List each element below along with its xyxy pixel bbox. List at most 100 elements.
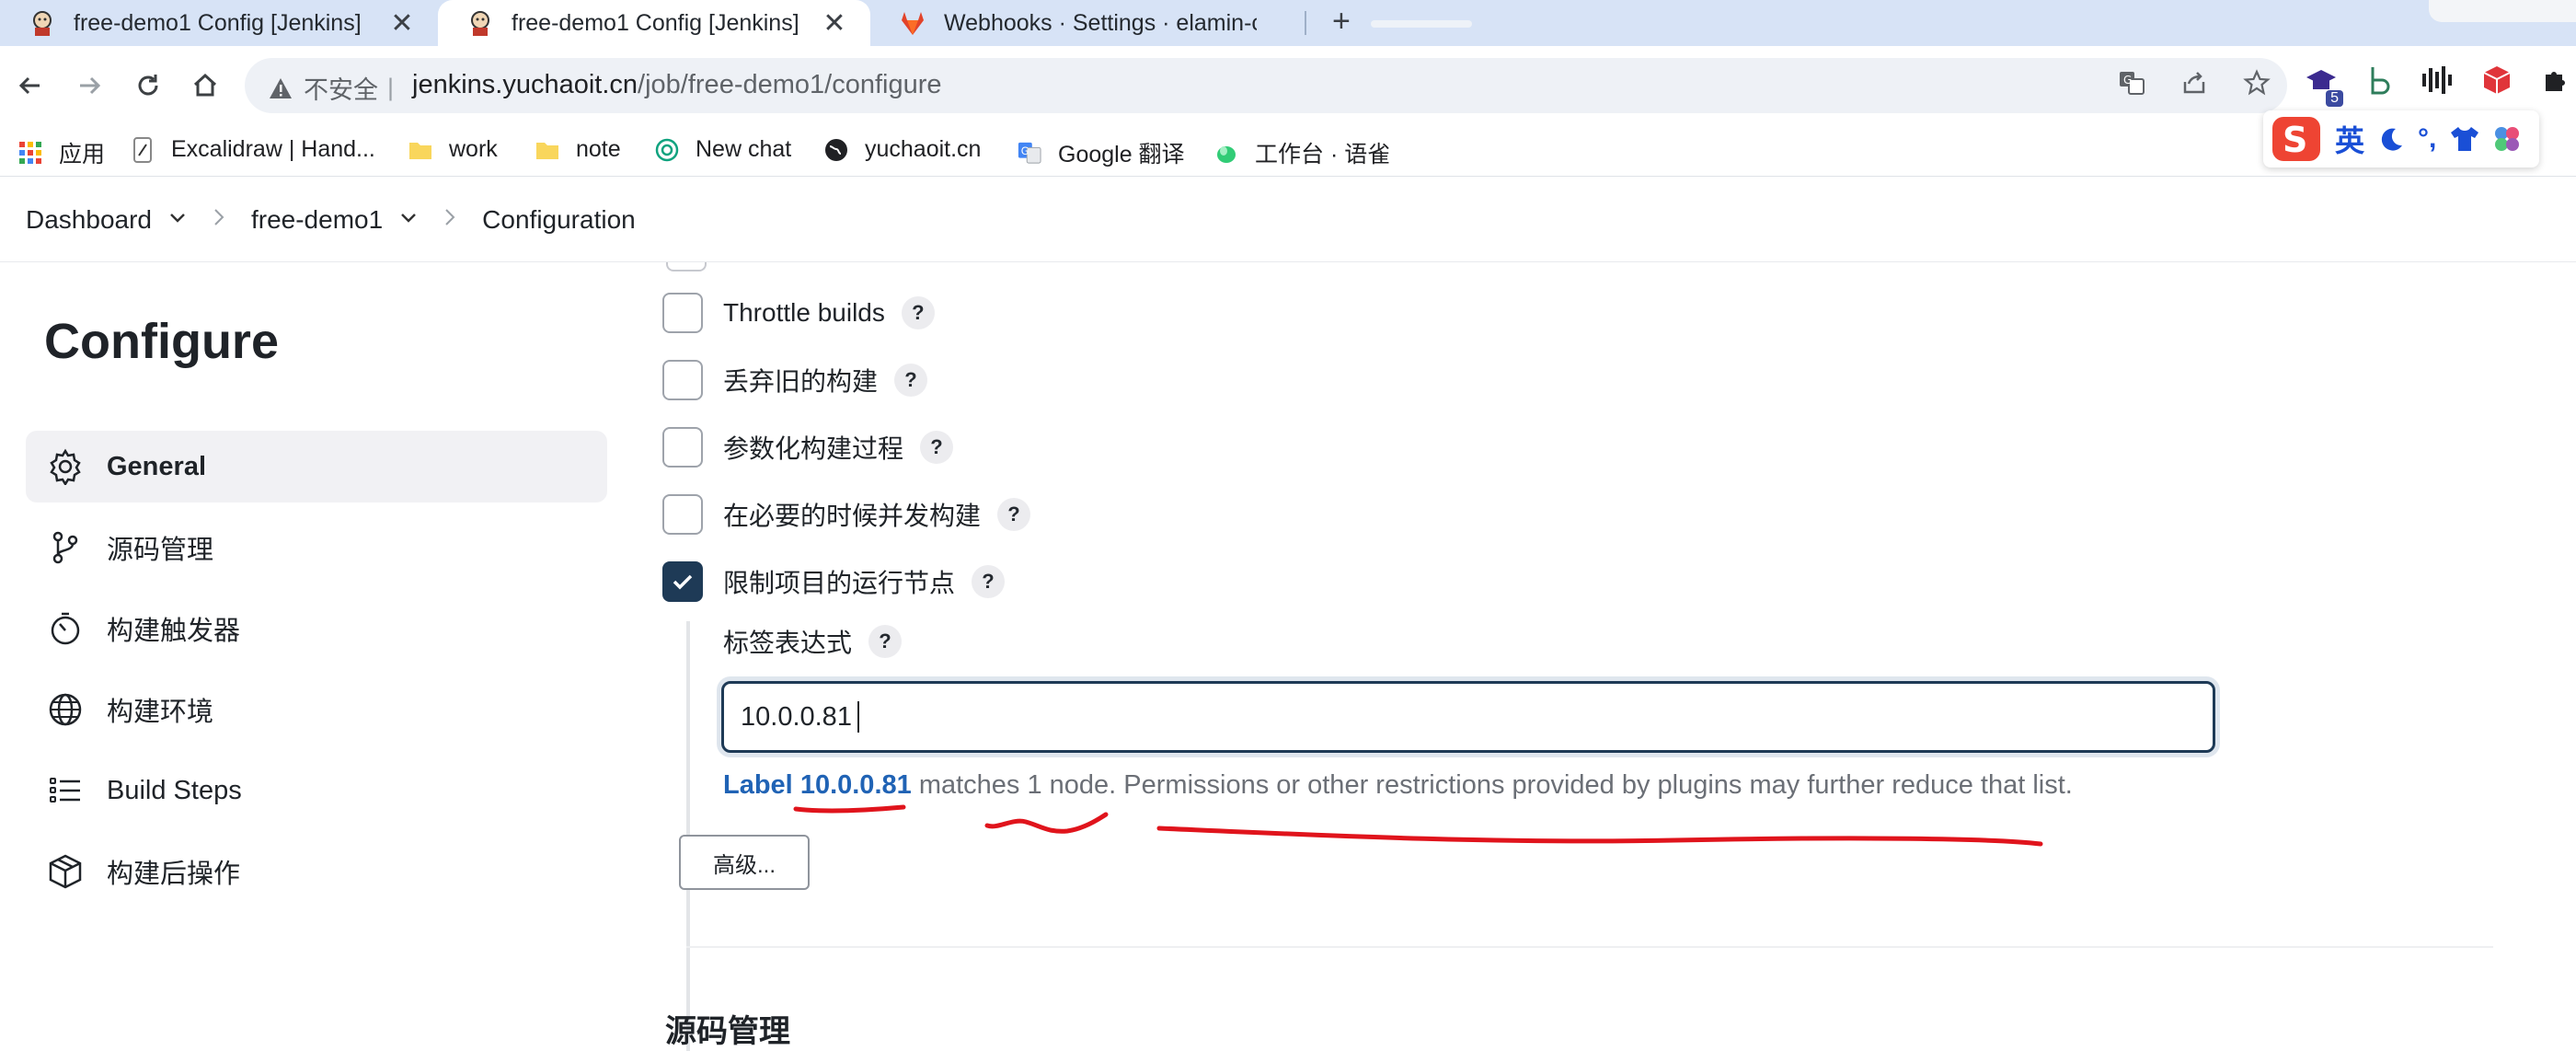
new-tab-icon[interactable]: + bbox=[1332, 4, 1351, 40]
checkmark-icon bbox=[673, 574, 693, 590]
tab-title: free-demo1 Config [Jenkins] bbox=[512, 9, 799, 36]
insecure-indicator[interactable]: 不安全 | bbox=[269, 70, 394, 106]
globe-icon bbox=[46, 690, 85, 729]
window-corner bbox=[2429, 0, 2576, 22]
advanced-button[interactable]: 高级... bbox=[679, 835, 810, 890]
tab-title: Webhooks · Settings · elamin-c bbox=[944, 9, 1257, 36]
extension-audio-icon[interactable] bbox=[2421, 64, 2454, 100]
extension-b-icon[interactable] bbox=[2365, 64, 2393, 100]
input-value: 10.0.0.81 bbox=[741, 701, 852, 732]
sidebar-item-build-steps[interactable]: Build Steps bbox=[26, 755, 607, 826]
sidebar-item-label: 源码管理 bbox=[107, 536, 214, 565]
bookmark-label: 工作台 · 语雀 bbox=[1255, 142, 1391, 167]
bookmark-label: yuchaoit.cn bbox=[865, 136, 982, 162]
breadcrumb-label: Configuration bbox=[482, 204, 636, 234]
label-expression-input[interactable]: 10.0.0.81 bbox=[721, 681, 2215, 753]
insecure-label: 不安全 bbox=[304, 76, 378, 104]
text-caret bbox=[857, 701, 859, 733]
gear-icon bbox=[46, 447, 85, 486]
bookmark-google-translate[interactable]: G Google 翻译 bbox=[1018, 136, 1185, 169]
skin-shirt-icon[interactable] bbox=[2449, 125, 2480, 153]
share-icon[interactable] bbox=[2180, 69, 2208, 101]
ime-mode-label[interactable]: 英 bbox=[2335, 118, 2364, 160]
sidebar-item-post-build[interactable]: 构建后操作 bbox=[26, 836, 607, 907]
breadcrumb-label[interactable]: free-demo1 bbox=[251, 205, 383, 235]
option-label: 限制项目的运行节点 bbox=[723, 569, 956, 597]
validation-label-link[interactable]: 10.0.0.81 bbox=[800, 770, 912, 800]
option-label: 在必要的时候并发构建 bbox=[723, 502, 982, 530]
sidebar-item-label: Build Steps bbox=[107, 775, 242, 805]
bookmark-yuchaoit[interactable]: yuchaoit.cn bbox=[824, 136, 981, 163]
forward-icon[interactable] bbox=[68, 64, 110, 107]
checkbox[interactable] bbox=[662, 360, 703, 400]
option-discard-old-builds[interactable]: 丢弃旧的构建 ? bbox=[662, 358, 928, 402]
ime-toolbar[interactable]: S 英 °, bbox=[2263, 110, 2539, 167]
option-parameterized[interactable]: 参数化构建过程 ? bbox=[662, 425, 954, 469]
breadcrumb-separator-icon bbox=[443, 205, 456, 234]
branch-icon bbox=[46, 528, 85, 567]
chevron-down-icon[interactable] bbox=[399, 210, 418, 229]
checkbox[interactable] bbox=[662, 494, 703, 535]
extension-badge-icon[interactable]: 5 bbox=[2305, 66, 2343, 107]
gitlab-icon bbox=[898, 8, 927, 38]
extension-cube-icon[interactable] bbox=[2481, 64, 2513, 100]
bookmark-star-icon[interactable] bbox=[2243, 69, 2271, 101]
help-icon[interactable]: ? bbox=[972, 565, 1006, 598]
moon-icon[interactable] bbox=[2377, 125, 2405, 153]
option-throttle-builds[interactable]: Throttle builds ? bbox=[662, 291, 935, 335]
browser-tab-3[interactable]: Webhooks · Settings · elamin-c bbox=[870, 0, 1303, 46]
toolbox-icon[interactable] bbox=[2493, 125, 2521, 153]
help-icon[interactable]: ? bbox=[920, 431, 954, 464]
home-icon[interactable] bbox=[184, 64, 226, 107]
tab-strip: free-demo1 Config [Jenkins] ✕ free-demo1… bbox=[0, 0, 2576, 46]
puzzle-icon[interactable] bbox=[2540, 65, 2570, 99]
svg-text:G: G bbox=[1021, 145, 1029, 157]
close-tab-icon[interactable]: ✕ bbox=[386, 7, 418, 39]
bookmark-apps[interactable]: 应用 bbox=[18, 136, 105, 169]
breadcrumb: Dashboard free-demo1 Configuration bbox=[0, 178, 2576, 262]
address-bar[interactable]: 不安全 | jenkins.yuchaoit.cn/job/free-demo1… bbox=[245, 58, 2287, 113]
help-icon[interactable]: ? bbox=[901, 296, 935, 329]
sogou-logo-icon: S bbox=[2271, 113, 2322, 165]
breadcrumb-job[interactable]: free-demo1 bbox=[251, 205, 418, 235]
reload-icon[interactable] bbox=[127, 64, 169, 107]
sidebar-item-general[interactable]: General bbox=[26, 431, 607, 502]
bookmark-yuque[interactable]: 工作台 · 语雀 bbox=[1214, 136, 1390, 169]
sidebar-item-environment[interactable]: 构建环境 bbox=[26, 674, 607, 745]
validation-prefix: Label bbox=[723, 770, 793, 800]
help-icon[interactable]: ? bbox=[894, 364, 928, 397]
option-concurrent-builds[interactable]: 在必要的时候并发构建 ? bbox=[662, 492, 1031, 537]
browser-tab-2[interactable]: free-demo1 Config [Jenkins] ✕ bbox=[438, 0, 870, 46]
browser-tab-1[interactable]: free-demo1 Config [Jenkins] ✕ bbox=[0, 0, 438, 46]
openai-icon bbox=[655, 138, 679, 162]
bookmark-note[interactable]: note bbox=[535, 136, 621, 163]
bookmark-work[interactable]: work bbox=[408, 136, 498, 163]
chevron-down-icon[interactable] bbox=[168, 210, 187, 229]
sidebar-item-triggers[interactable]: 构建触发器 bbox=[26, 593, 607, 664]
folder-icon bbox=[408, 138, 432, 162]
checkbox[interactable] bbox=[662, 427, 703, 468]
translate-icon[interactable]: G bbox=[2118, 69, 2145, 101]
breadcrumb-label[interactable]: Dashboard bbox=[26, 205, 152, 235]
sidebar-item-scm[interactable]: 源码管理 bbox=[26, 512, 607, 583]
page-title: Configure bbox=[44, 314, 279, 369]
bookmark-excalidraw[interactable]: Excalidraw | Hand... bbox=[131, 136, 375, 163]
close-tab-icon[interactable]: ✕ bbox=[819, 7, 850, 39]
option-restrict-node[interactable]: 限制项目的运行节点 ? bbox=[662, 560, 1006, 604]
checkbox-checked[interactable] bbox=[662, 561, 703, 602]
back-icon[interactable] bbox=[9, 64, 52, 107]
timer-icon bbox=[46, 609, 85, 648]
checkbox[interactable] bbox=[662, 293, 703, 333]
help-icon[interactable]: ? bbox=[868, 625, 903, 658]
punctuation-icon[interactable]: °, bbox=[2418, 123, 2436, 155]
annotation-underline-label bbox=[793, 804, 906, 814]
extension-badge-count: 5 bbox=[2326, 89, 2343, 107]
browser-toolbar: 不安全 | jenkins.yuchaoit.cn/job/free-demo1… bbox=[0, 46, 2576, 127]
globe-icon bbox=[824, 138, 848, 162]
help-icon[interactable]: ? bbox=[997, 498, 1031, 531]
bookmark-new-chat[interactable]: New chat bbox=[655, 136, 791, 163]
breadcrumb-dashboard[interactable]: Dashboard bbox=[26, 205, 187, 235]
option-label: 丢弃旧的构建 bbox=[723, 367, 879, 396]
jenkins-icon bbox=[28, 8, 57, 38]
sidebar-item-label: 构建后操作 bbox=[107, 860, 241, 889]
